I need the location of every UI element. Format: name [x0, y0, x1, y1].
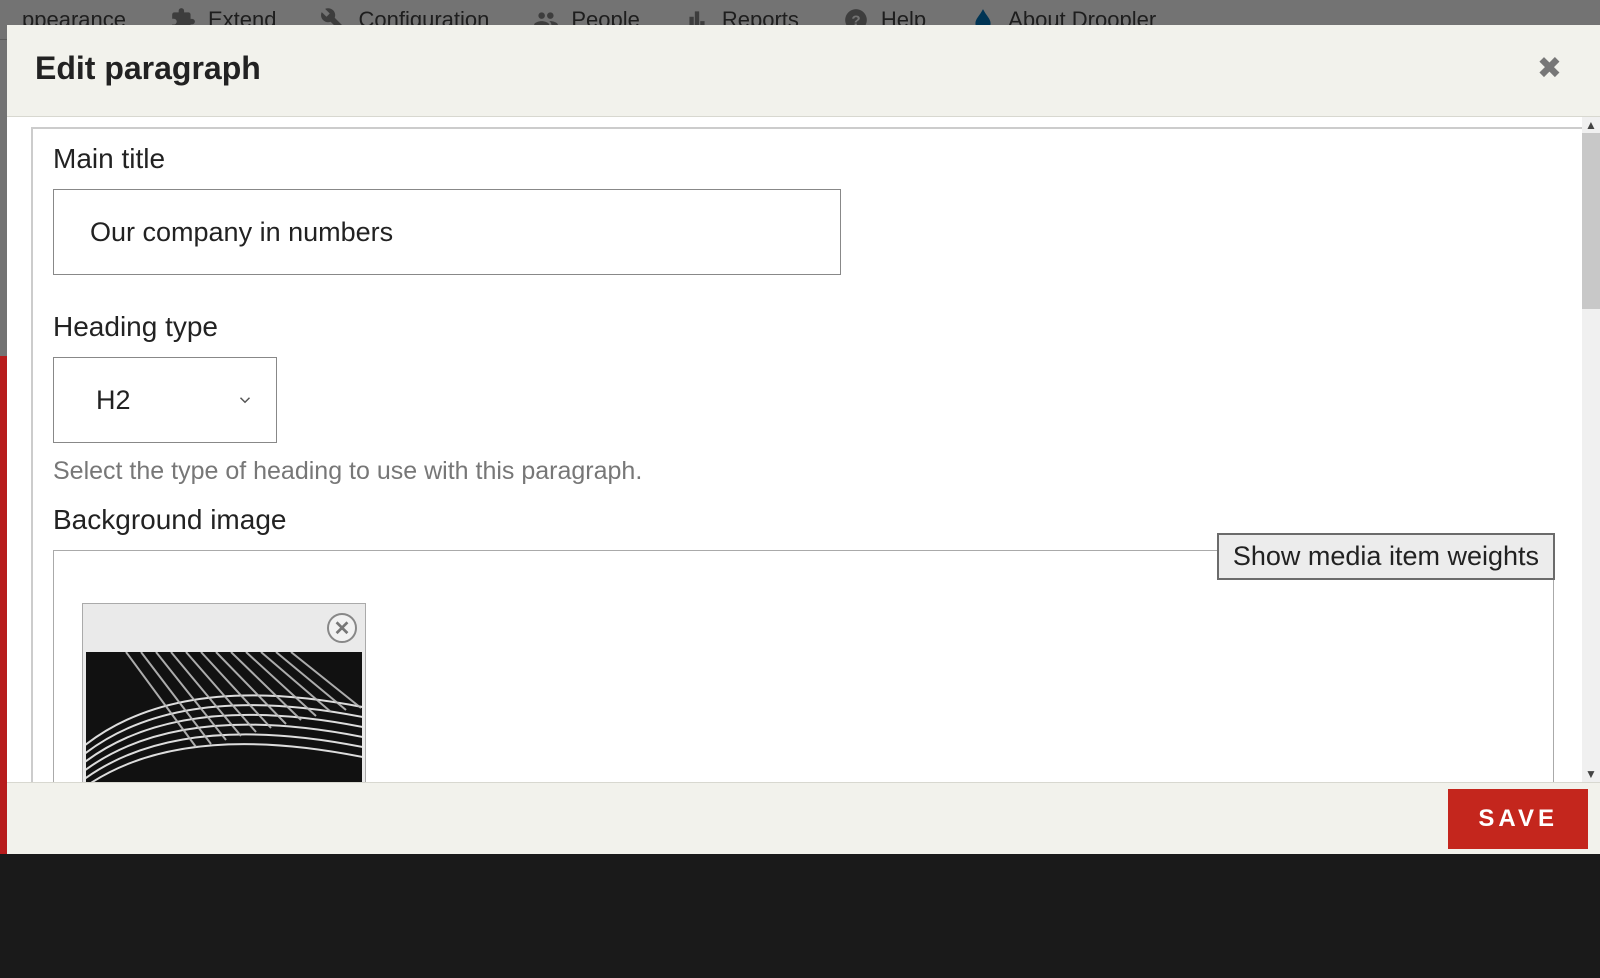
heading-type-select[interactable]: H2: [53, 357, 277, 443]
scroll-up-icon[interactable]: ▲: [1582, 117, 1600, 133]
background-accent: [0, 356, 7, 854]
scroll-down-icon[interactable]: ▼: [1582, 766, 1600, 782]
vertical-scrollbar[interactable]: ▲ ▼: [1582, 117, 1600, 782]
modal-footer: SAVE: [7, 782, 1600, 854]
scroll-track[interactable]: [1582, 133, 1600, 766]
close-icon[interactable]: ✖: [1527, 47, 1572, 90]
background-image-box: Show media item weights ✕: [53, 550, 1554, 782]
media-thumbnail: ✕: [82, 603, 366, 782]
heading-type-help: Select the type of heading to use with t…: [53, 457, 1554, 486]
background-bottom: [0, 854, 1600, 978]
heading-type-label: Heading type: [53, 311, 1554, 343]
modal-header: Edit paragraph ✖: [7, 25, 1600, 117]
modal-body: Main title Heading type H2 Select the ty…: [31, 127, 1582, 782]
save-button[interactable]: SAVE: [1448, 789, 1588, 849]
scroll-thumb[interactable]: [1582, 133, 1600, 309]
thumbnail-image: [86, 652, 362, 782]
edit-paragraph-modal: Edit paragraph ✖ Main title Heading type…: [7, 25, 1600, 854]
select-value: H2: [96, 385, 131, 416]
show-media-weights-button[interactable]: Show media item weights: [1217, 533, 1555, 580]
remove-media-icon[interactable]: ✕: [327, 613, 357, 643]
modal-title: Edit paragraph: [35, 50, 261, 87]
main-title-input[interactable]: [53, 189, 841, 275]
main-title-label: Main title: [53, 143, 1554, 175]
chevron-down-icon: [236, 391, 254, 409]
bg-image-label: Background image: [53, 504, 1554, 536]
